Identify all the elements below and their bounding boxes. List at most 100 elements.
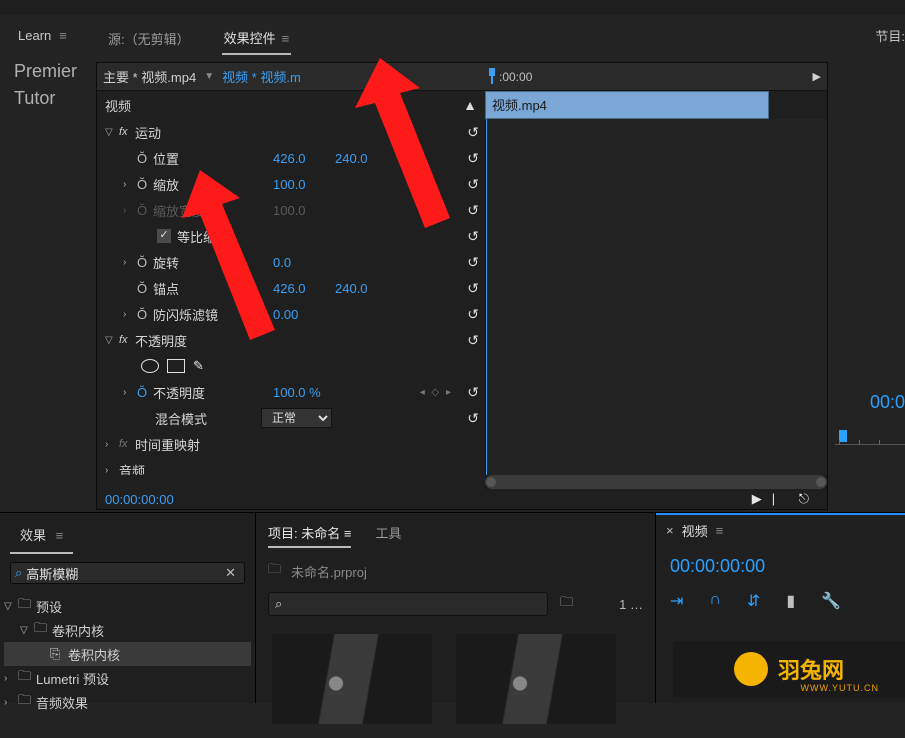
value-pos-x[interactable]: 426.0 [273,151,335,166]
value-opacity[interactable]: 100.0 % [273,385,335,400]
stopwatch-active-icon[interactable]: Ŏ [137,385,153,400]
value-anchor-x[interactable]: 426.0 [273,281,335,296]
fx-badge[interactable]: fx [119,438,135,450]
tab-effect-controls[interactable]: 效果控件≡ [222,22,292,55]
reset-icon[interactable]: ↺ [467,280,479,297]
twirl-icon[interactable]: › [123,179,137,190]
keyframe-area[interactable] [485,119,827,475]
twirl-icon[interactable]: › [105,439,119,450]
effects-tab[interactable]: 效果 ≡ [10,517,73,554]
clip-thumbnail[interactable] [456,634,616,724]
timecode[interactable]: 00:00:00:00 [105,492,174,507]
value-rotation[interactable]: 0.0 [273,255,335,270]
prop-scale: 缩放 [153,175,273,194]
menu-icon: ≡ [59,28,67,43]
chevron-down-icon[interactable]: ▼ [204,71,214,82]
twirl-icon[interactable]: › [105,465,119,476]
rect-mask-icon[interactable] [167,359,185,373]
tree-convolution[interactable]: ▽🗀卷积内核 [4,618,251,642]
close-icon[interactable]: × [666,523,674,538]
program-ruler[interactable] [835,430,905,460]
crumb-link[interactable]: 视频 * 视频.m [222,67,301,86]
reset-icon[interactable]: ↺ [467,384,479,401]
marker-icon[interactable]: ▮ [786,591,795,611]
effect-opacity[interactable]: 不透明度 [135,331,255,350]
tab-program[interactable]: 节目: [875,20,905,51]
stopwatch-icon: Ŏ [137,203,153,218]
fx-badge[interactable]: fx [119,126,135,138]
value-anchor-y[interactable]: 240.0 [335,281,397,296]
snap-icon[interactable]: ∩ [709,591,721,611]
tab-tools[interactable]: 工具 [375,519,401,548]
tab-source[interactable]: 源:（无剪辑） [106,23,192,54]
learn-tab[interactable]: Learn≡ [0,28,85,43]
insert-icon[interactable]: ⇥ [670,591,683,611]
menu-icon[interactable]: ≡ [344,526,352,541]
preset-icon: ⎘ [50,646,68,662]
fx-badge[interactable]: fx [119,334,135,346]
wrench-icon[interactable]: 🔧 [821,591,841,611]
stopwatch-icon[interactable]: Ŏ [137,151,153,166]
scroll-up-icon[interactable]: ▲ [463,97,477,113]
clip-thumbnail[interactable] [272,634,432,724]
twirl-icon[interactable]: › [123,309,137,320]
pen-mask-icon[interactable]: ✎ [193,358,204,374]
tab-video[interactable]: 视频 [682,521,708,540]
tree-convolution-item[interactable]: ⎘卷积内核 [4,642,251,666]
marker-link-icon[interactable]: ⇵ [747,591,760,611]
reset-icon[interactable]: ↺ [467,306,479,323]
value-pos-y[interactable]: 240.0 [335,151,397,166]
bin-icon[interactable]: 🗀 [268,560,281,582]
twirl-icon[interactable]: › [123,387,137,398]
menu-icon[interactable]: ≡ [716,523,724,538]
bin-icon[interactable]: 🗀 [560,593,573,615]
twirl-icon[interactable]: ▽ [105,335,119,346]
stopwatch-icon[interactable]: Ŏ [137,177,153,192]
reset-icon[interactable]: ↺ [467,150,479,167]
playhead-icon[interactable] [487,68,497,84]
reset-icon[interactable]: ↺ [467,410,479,427]
watermark: 羽兔网 WWW.YUTU.CN [673,641,905,697]
effects-search[interactable]: ⌕ ✕ [10,562,245,584]
tree-lumetri[interactable]: ›🗀Lumetri 预设 [4,666,251,690]
reset-icon[interactable]: ↺ [467,332,479,349]
value-scale[interactable]: 100.0 [273,177,335,192]
horizontal-scrollbar[interactable] [485,475,827,489]
uniform-scale-checkbox[interactable]: ✓ [157,229,171,243]
project-search[interactable]: ⌕ [268,592,548,616]
twirl-icon[interactable]: › [123,257,137,268]
reset-icon[interactable]: ↺ [467,202,479,219]
reset-icon[interactable]: ↺ [467,176,479,193]
tab-project[interactable]: 项目: 未命名 ≡ [268,519,351,548]
blend-mode-select[interactable]: 正常 [261,408,332,428]
effects-search-input[interactable] [26,566,221,581]
stopwatch-icon[interactable]: Ŏ [137,307,153,322]
export-icon[interactable]: ⎋ [799,491,819,506]
twirl-icon[interactable]: › [123,205,137,216]
loop-icon[interactable]: ▶| [752,491,785,506]
menu-icon[interactable]: ≡ [56,528,64,543]
ellipse-mask-icon[interactable] [141,359,159,373]
timeline-timecode[interactable]: 00:00:00:00 [656,546,905,587]
project-search-input[interactable] [282,597,541,612]
tree-audio-fx[interactable]: ›🗀音频效果 [4,690,251,714]
twirl-icon[interactable]: ▽ [105,127,119,138]
clear-search-icon[interactable]: ✕ [221,565,240,581]
keyframe-nav[interactable]: ◂ ◇ ▸ [420,387,453,398]
section-video: 视频 [105,96,131,115]
clip-bar[interactable]: 视频.mp4 [485,91,769,119]
menu-icon[interactable]: ≡ [282,31,290,46]
stopwatch-icon[interactable]: Ŏ [137,281,153,296]
reset-icon[interactable]: ↺ [467,228,479,245]
value-flicker[interactable]: 0.00 [273,307,335,322]
effect-timeremap[interactable]: 时间重映射 [135,435,255,454]
effect-motion[interactable]: 运动 [135,123,255,142]
section-audio[interactable]: 音频 [119,461,239,476]
reset-icon[interactable]: ↺ [467,124,479,141]
timeline-ruler[interactable]: :00:00 [485,63,827,91]
timeline-panel: × 视频 ≡ 00:00:00:00 ⇥ ∩ ⇵ ▮ 🔧 羽兔网 WWW.YUT… [655,513,905,703]
reset-icon[interactable]: ↺ [467,254,479,271]
crumb-main[interactable]: 主要 * 视频.mp4 [103,67,196,86]
stopwatch-icon[interactable]: Ŏ [137,255,153,270]
tree-presets[interactable]: ▽🗀预设 [4,594,251,618]
